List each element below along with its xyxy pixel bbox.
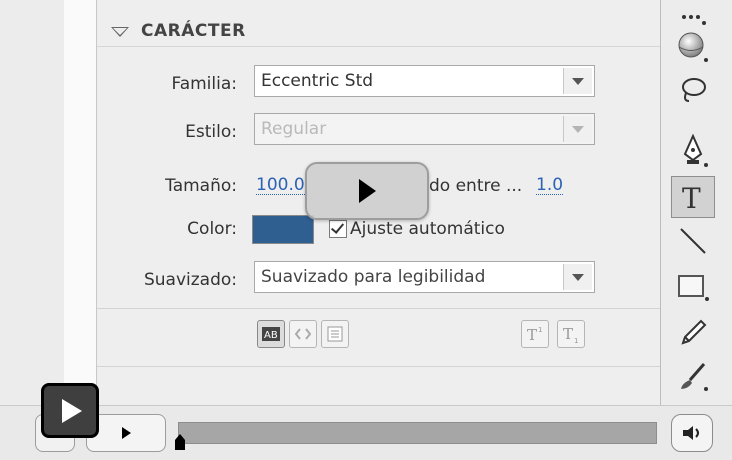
divider [97, 366, 660, 367]
chevron-down-icon[interactable] [563, 264, 592, 290]
color-label: Color: [187, 219, 237, 239]
stage-edge [64, 0, 97, 405]
collapse-triangle-icon[interactable] [111, 27, 129, 37]
font-family-dropdown[interactable]: Eccentric Std [254, 65, 595, 97]
superscript-icon[interactable]: T1 [521, 320, 549, 348]
seek-bar[interactable] [178, 422, 657, 444]
svg-text:T: T [527, 326, 537, 343]
tools-panel: T [661, 0, 732, 405]
text-tool-icon[interactable]: T [671, 176, 715, 218]
rectangle-icon[interactable] [671, 266, 715, 308]
volume-button[interactable] [671, 414, 713, 452]
chevron-down-icon[interactable] [563, 68, 592, 94]
play-icon [121, 427, 131, 439]
font-style-value: Regular [261, 119, 327, 139]
letter-spacing-value[interactable]: 1.0 [536, 176, 564, 195]
svg-text:T: T [682, 182, 701, 212]
pencil-icon[interactable] [671, 312, 715, 354]
chevron-down-icon[interactable] [563, 116, 592, 142]
text-color-swatch[interactable] [252, 215, 314, 244]
lasso-icon[interactable] [671, 70, 715, 112]
style-label: Estilo: [185, 122, 237, 142]
brush-icon[interactable] [671, 356, 715, 398]
pen-icon[interactable] [671, 130, 715, 172]
play-icon [62, 398, 82, 423]
line-icon[interactable] [671, 220, 715, 262]
font-size-value[interactable]: 100.0 [256, 176, 305, 195]
video-play-button[interactable] [305, 162, 429, 220]
antialias-label: Suavizado: [143, 270, 237, 290]
svg-text:AB: AB [264, 330, 278, 341]
svg-text:T: T [563, 325, 573, 343]
overlay-play-button[interactable] [41, 383, 99, 438]
svg-text:1: 1 [538, 326, 542, 334]
antialias-value: Suavizado para legibilidad [261, 267, 486, 287]
family-label: Familia: [171, 74, 237, 94]
letter-spacing-label: do entre ... [429, 176, 523, 196]
selectable-text-icon[interactable]: AB [257, 320, 285, 348]
svg-text:1: 1 [574, 337, 578, 343]
speaker-icon [683, 426, 699, 440]
html-render-icon[interactable] [289, 320, 317, 348]
font-family-value: Eccentric Std [261, 71, 374, 91]
checkmark-icon [330, 220, 345, 234]
size-label: Tamaño: [165, 176, 237, 196]
autokern-label: Ajuste automático [350, 219, 505, 239]
antialias-dropdown[interactable]: Suavizado para legibilidad [254, 261, 595, 293]
stage-area [0, 0, 64, 405]
subscript-icon[interactable]: T1 [557, 320, 585, 348]
section-title: CARÁCTER [141, 21, 246, 41]
3d-rotation-icon[interactable] [671, 26, 715, 68]
seek-handle[interactable] [174, 434, 186, 450]
screen: CARÁCTER Familia: Eccentric Std Estilo: … [0, 0, 732, 460]
play-icon [358, 179, 376, 203]
text-border-icon[interactable] [321, 320, 349, 348]
divider [97, 308, 660, 309]
autokern-checkbox[interactable] [329, 220, 347, 238]
font-style-dropdown[interactable]: Regular [254, 113, 595, 145]
